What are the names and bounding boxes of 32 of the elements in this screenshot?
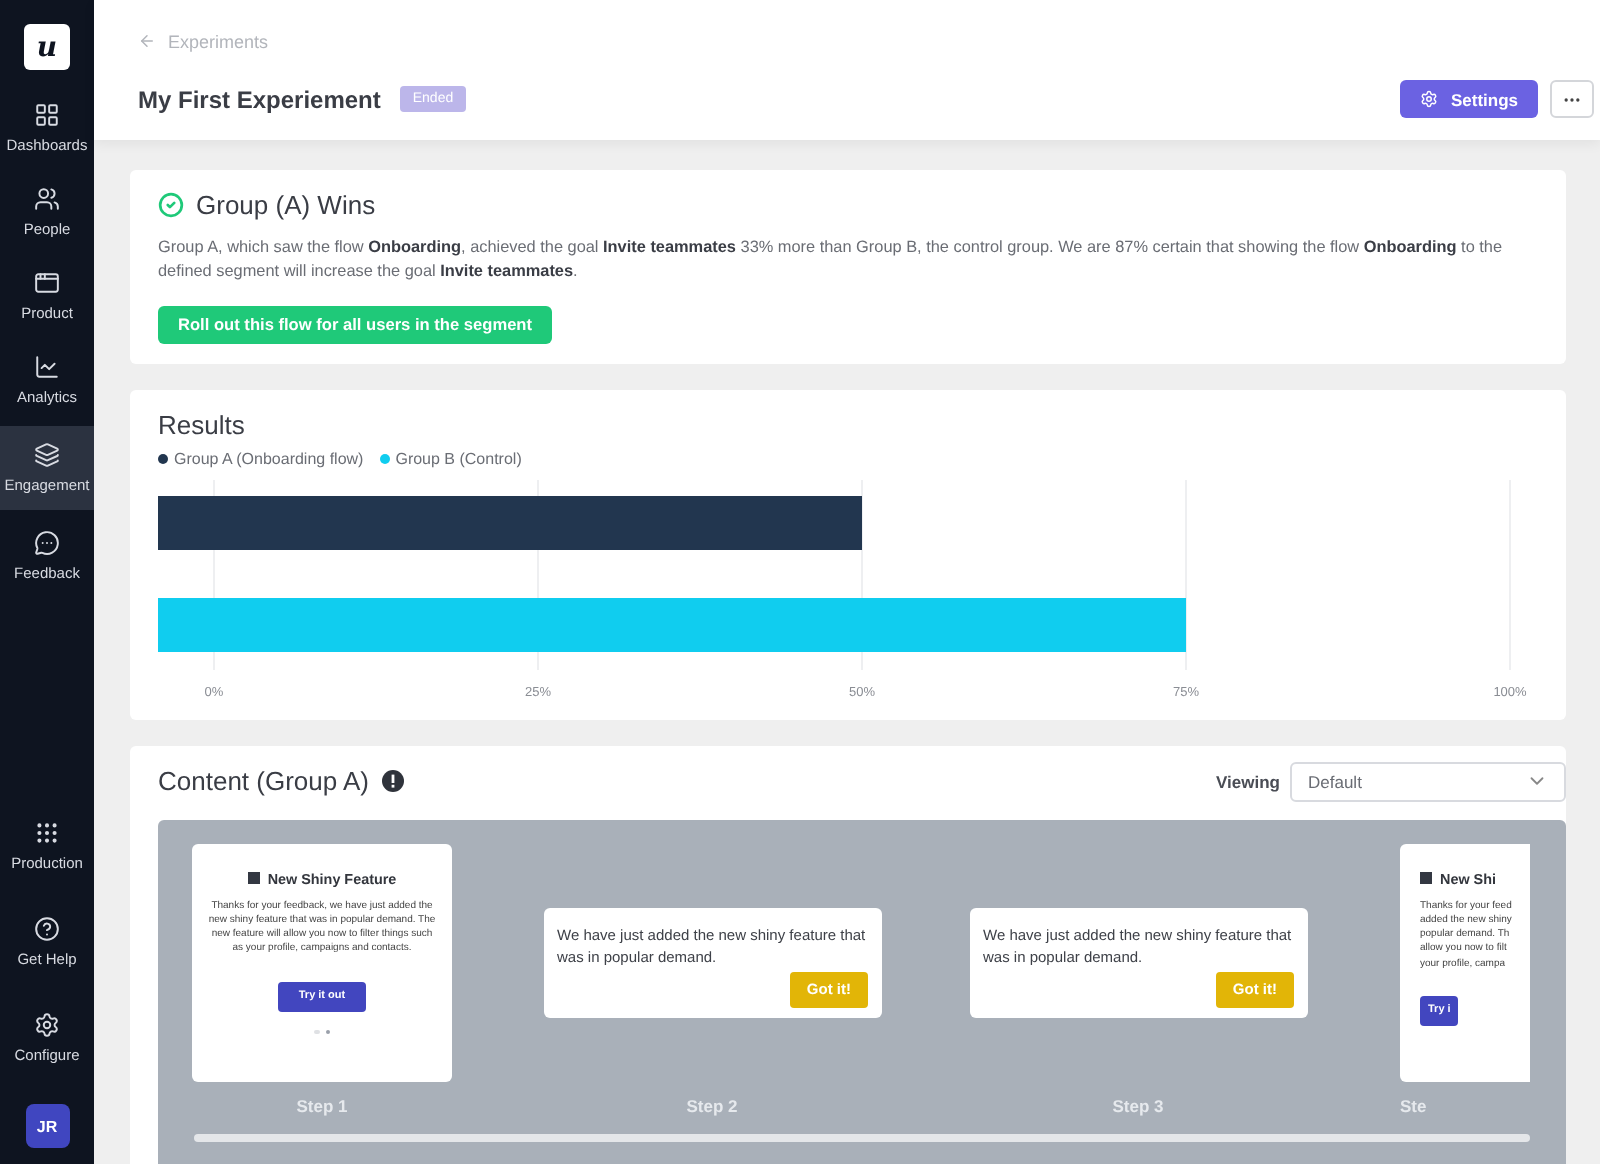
logo[interactable]: u [24,24,70,70]
step-label: Step 3 [1112,1095,1164,1115]
settings-icon [34,1012,60,1038]
legend-item: Group A (Onboarding flow) [158,449,364,467]
help-icon [34,916,60,942]
square-icon [247,872,260,884]
result-text: Group A, which saw the flow Onboarding, achieved the goal Invite teammates 33% more than Group B, the control group. We are 87% certain that showing the flow Onboarding to the defined segment will increase the goal Invite teammates. [158,236,1505,284]
chat-bubble-icon [34,530,60,556]
viewing-label: Viewing [1216,771,1280,791]
page-title: My First Experiement [138,85,381,113]
card-title: Group (A) Wins [196,190,376,220]
user-avatar[interactable]: JR [25,1104,69,1148]
settings-icon [1420,90,1439,108]
square-icon [1420,872,1432,884]
viewing-select[interactable]: Default [1290,761,1566,801]
check-circle-icon [158,192,184,218]
back-arrow-icon [138,32,156,50]
window-icon [34,270,60,296]
line-chart-icon [34,354,60,380]
step-label: Ste [1400,1095,1427,1115]
legend-item: Group B (Control) [379,449,522,467]
step-label: Step 1 [296,1095,348,1115]
info-icon [381,770,403,792]
more-button[interactable] [1550,80,1594,118]
dot-grid-icon [34,820,60,846]
layers-icon [34,442,60,468]
card-title: Results [158,409,245,439]
people-icon [34,186,60,212]
settings-button[interactable]: Settings [1400,80,1538,118]
grid-icon [34,102,60,128]
step-label: Step 2 [686,1095,738,1115]
card-title: Content (Group A) [158,766,369,796]
